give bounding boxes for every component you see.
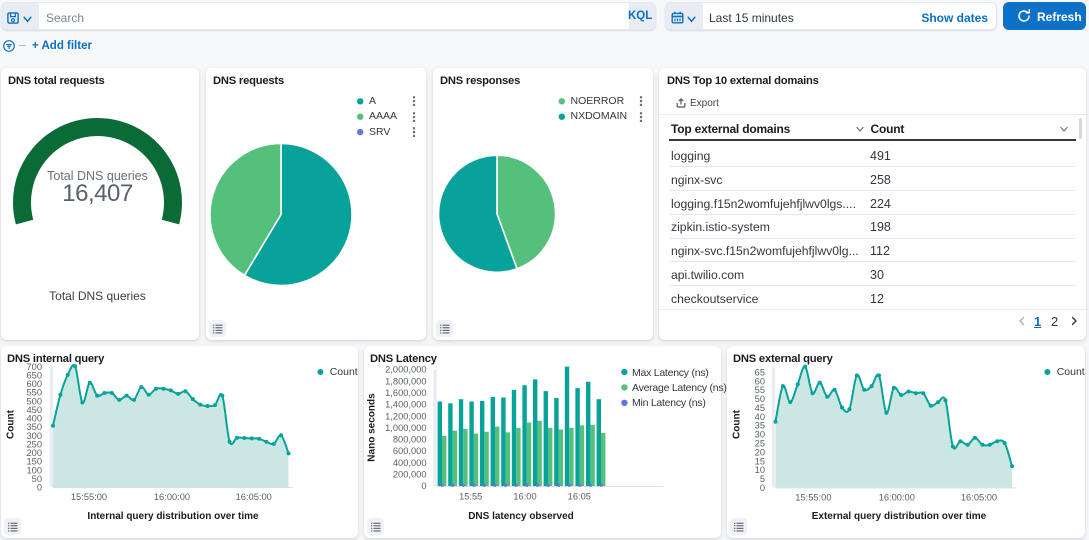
svg-text:15: 15 — [755, 456, 765, 466]
svg-text:45: 45 — [755, 403, 765, 413]
svg-text:5: 5 — [760, 474, 765, 484]
svg-text:300: 300 — [26, 431, 42, 441]
svg-text:500: 500 — [26, 396, 42, 406]
svg-text:100: 100 — [26, 465, 42, 475]
svg-text:450: 450 — [26, 405, 42, 415]
svg-text:35: 35 — [755, 421, 765, 431]
svg-text:600,000: 600,000 — [393, 446, 427, 456]
svg-text:400: 400 — [26, 414, 42, 424]
svg-text:15:55:00: 15:55:00 — [795, 492, 831, 502]
svg-text:50: 50 — [32, 474, 42, 484]
svg-text:2,000,000: 2,000,000 — [385, 365, 426, 375]
svg-text:50: 50 — [755, 394, 765, 404]
svg-text:600: 600 — [26, 379, 42, 389]
svg-text:16:00:00: 16:00:00 — [154, 492, 190, 502]
svg-text:16:05:00: 16:05:00 — [236, 492, 272, 502]
svg-text:16:05: 16:05 — [568, 492, 591, 502]
svg-text:1,200,000: 1,200,000 — [385, 411, 426, 421]
svg-text:15:55: 15:55 — [459, 492, 482, 502]
svg-text:550: 550 — [26, 388, 42, 398]
svg-text:0: 0 — [421, 481, 426, 491]
svg-text:650: 650 — [26, 370, 42, 380]
svg-text:55: 55 — [755, 385, 765, 395]
svg-text:40: 40 — [755, 412, 765, 422]
svg-text:0: 0 — [37, 483, 42, 493]
svg-text:1,800,000: 1,800,000 — [385, 376, 426, 386]
svg-text:200,000: 200,000 — [393, 470, 427, 480]
svg-text:30: 30 — [755, 430, 765, 440]
svg-text:25: 25 — [755, 439, 765, 449]
svg-text:16:00: 16:00 — [513, 492, 536, 502]
svg-text:150: 150 — [26, 457, 42, 467]
svg-text:800,000: 800,000 — [393, 435, 427, 445]
svg-text:1,600,000: 1,600,000 — [385, 388, 426, 398]
svg-text:1,000,000: 1,000,000 — [385, 423, 426, 433]
svg-text:400,000: 400,000 — [393, 458, 427, 468]
svg-text:65: 65 — [755, 367, 765, 377]
svg-text:1,400,000: 1,400,000 — [385, 400, 426, 410]
svg-text:200: 200 — [26, 448, 42, 458]
svg-text:250: 250 — [26, 439, 42, 449]
svg-text:16:00:00: 16:00:00 — [879, 492, 915, 502]
svg-text:60: 60 — [755, 376, 765, 386]
svg-text:16:05:00: 16:05:00 — [961, 492, 997, 502]
svg-text:10: 10 — [755, 465, 765, 475]
svg-text:20: 20 — [755, 447, 765, 457]
svg-text:15:55:00: 15:55:00 — [71, 492, 107, 502]
svg-text:350: 350 — [26, 422, 42, 432]
svg-text:0: 0 — [760, 483, 765, 493]
svg-text:700: 700 — [26, 362, 42, 372]
